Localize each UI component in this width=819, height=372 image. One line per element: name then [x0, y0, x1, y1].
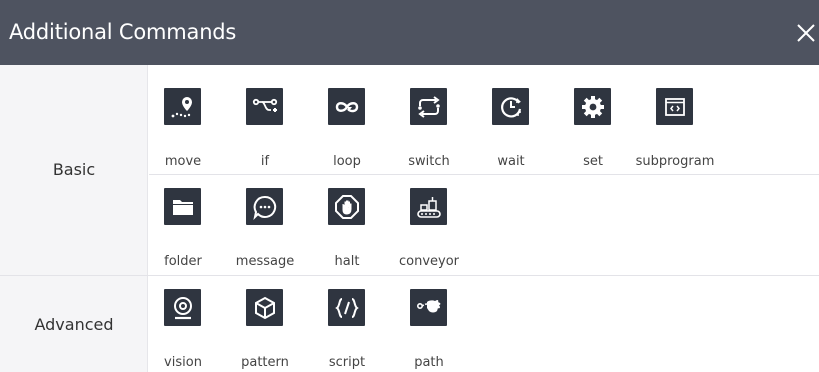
- command-tile: [656, 88, 693, 125]
- path-hand-icon: [416, 299, 440, 312]
- command-label: loop: [333, 154, 361, 169]
- command-message[interactable]: message: [231, 175, 313, 270]
- close-button[interactable]: [793, 17, 819, 49]
- switch-icon: [417, 95, 440, 118]
- command-tile: [410, 289, 447, 326]
- command-label: pattern: [241, 355, 289, 370]
- conveyor-icon: [416, 196, 441, 218]
- command-label: move: [164, 154, 202, 169]
- command-label: if: [260, 154, 270, 169]
- command-tile: [574, 88, 611, 125]
- dialog-titlebar: Additional Commands: [0, 0, 819, 65]
- halt-hand-icon: [334, 194, 359, 219]
- command-conveyor[interactable]: conveyor: [395, 175, 477, 270]
- gear-icon: [581, 95, 604, 118]
- code-braces-icon: [334, 297, 359, 318]
- command-label: conveyor: [398, 254, 460, 269]
- move-icon: [171, 96, 192, 117]
- category-basic: Basic: [0, 65, 148, 275]
- command-tile: [328, 88, 365, 125]
- command-if[interactable]: if: [231, 75, 313, 170]
- close-icon: [797, 24, 815, 42]
- command-tile: [164, 188, 201, 225]
- command-pattern[interactable]: pattern: [231, 276, 313, 371]
- wait-clock-icon: [500, 96, 521, 117]
- loop-icon: [335, 101, 358, 112]
- command-label: folder: [164, 254, 202, 269]
- command-tile: [246, 88, 283, 125]
- command-tile: [328, 289, 365, 326]
- message-icon: [252, 195, 276, 220]
- cube-icon: [254, 296, 275, 319]
- category-label-basic: Basic: [52, 160, 96, 179]
- command-script[interactable]: script: [313, 276, 395, 371]
- folder-icon: [172, 199, 193, 215]
- command-label: message: [235, 254, 295, 269]
- subprogram-icon: [664, 97, 685, 116]
- command-tile: [410, 188, 447, 225]
- command-label: wait: [497, 154, 525, 169]
- command-move[interactable]: move: [149, 75, 231, 170]
- command-halt[interactable]: halt: [313, 175, 395, 270]
- command-tile: [246, 188, 283, 225]
- command-path[interactable]: path: [395, 276, 477, 371]
- command-tile: [246, 289, 283, 326]
- command-tile: [164, 289, 201, 326]
- if-branch-icon: [252, 98, 277, 112]
- command-tile: [328, 188, 365, 225]
- command-tile: [164, 88, 201, 125]
- command-folder[interactable]: folder: [149, 175, 231, 270]
- command-label: path: [414, 355, 444, 370]
- command-vision[interactable]: vision: [149, 276, 231, 371]
- command-label: set: [583, 154, 603, 169]
- command-set[interactable]: set: [559, 75, 641, 170]
- command-switch[interactable]: switch: [395, 75, 477, 170]
- command-tile: [492, 88, 529, 125]
- commands-panel: Basic Advanced move if loop switch wait …: [0, 65, 819, 372]
- command-label: switch: [408, 154, 450, 169]
- command-tile: [410, 88, 447, 125]
- command-label: halt: [334, 254, 360, 269]
- command-label: subprogram: [635, 154, 715, 169]
- command-label: script: [328, 355, 366, 370]
- command-label: vision: [164, 355, 202, 370]
- dialog-title: Additional Commands: [9, 20, 237, 44]
- command-wait[interactable]: wait: [477, 75, 559, 170]
- category-advanced: Advanced: [0, 276, 148, 372]
- category-label-advanced: Advanced: [34, 315, 114, 334]
- command-loop[interactable]: loop: [313, 75, 395, 170]
- camera-icon: [173, 296, 192, 319]
- command-subprogram[interactable]: subprogram: [636, 75, 723, 170]
